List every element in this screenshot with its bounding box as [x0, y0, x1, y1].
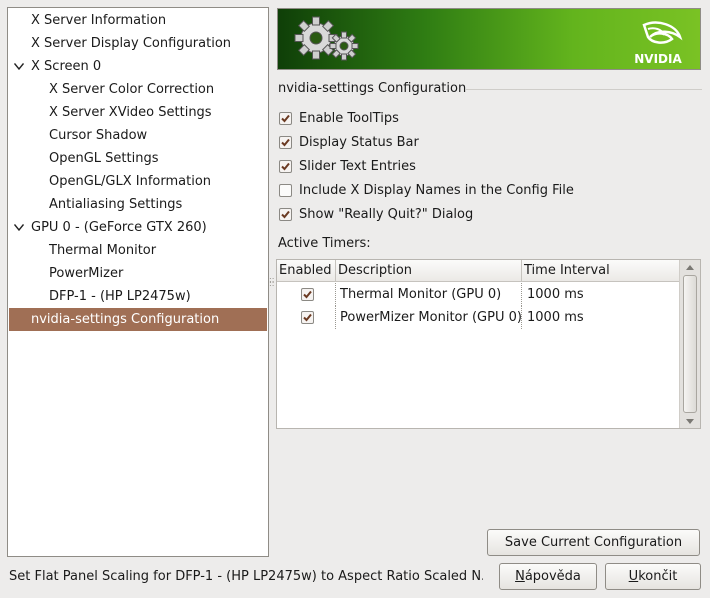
tree-item-label: Antialiasing Settings [49, 197, 183, 212]
expander-arrow-icon[interactable] [13, 55, 25, 78]
active-timers-table[interactable]: Enabled Description Time Interval Therma… [276, 259, 701, 429]
tree-item[interactable]: Antialiasing Settings [9, 193, 267, 216]
tree-item[interactable]: DFP-1 - (HP LP2475w) [9, 285, 267, 308]
option-label: Enable ToolTips [299, 110, 399, 126]
help-label-rest: ápověda [524, 569, 581, 584]
option-checkbox-row[interactable]: Include X Display Names in the Config Fi… [279, 180, 574, 200]
tree-item[interactable]: GPU 0 - (GeForce GTX 260) [9, 216, 267, 239]
tree-item[interactable]: OpenGL/GLX Information [9, 170, 267, 193]
table-row[interactable]: Thermal Monitor (GPU 0) 1000 ms [277, 283, 681, 306]
timer-enabled-checkbox[interactable] [301, 311, 314, 324]
tree-item[interactable]: X Server Color Correction [9, 78, 267, 101]
save-configuration-label: Save Current Configuration [504, 535, 683, 550]
quit-button[interactable]: Ukončit [605, 563, 701, 590]
column-header-enabled[interactable]: Enabled [277, 260, 335, 282]
tree-item-label: X Server Information [31, 13, 167, 28]
table-scrollbar[interactable] [679, 260, 700, 428]
scrollbar-thumb[interactable] [683, 275, 697, 413]
tree-item[interactable]: X Server Display Configuration [9, 32, 267, 55]
tree-item[interactable]: X Server Information [9, 9, 267, 32]
tree-item[interactable]: nvidia-settings Configuration [9, 308, 267, 331]
table-header: Enabled Description Time Interval [277, 260, 681, 282]
option-label: Slider Text Entries [299, 158, 416, 174]
section-title: nvidia-settings Configuration [278, 81, 467, 96]
help-mnemonic: N [515, 569, 525, 584]
option-checkbox-row[interactable]: Enable ToolTips [279, 108, 399, 128]
tree-item-label: X Server Display Configuration [31, 36, 232, 51]
description-cell: Thermal Monitor (GPU 0) [335, 283, 521, 306]
save-configuration-button[interactable]: Save Current Configuration [487, 529, 700, 556]
table-row[interactable]: PowerMizer Monitor (GPU 0) 1000 ms [277, 306, 681, 329]
section-divider [466, 89, 702, 90]
tree-item-label: OpenGL/GLX Information [49, 174, 212, 189]
enabled-cell[interactable] [301, 306, 335, 329]
quit-mnemonic: U [628, 569, 639, 584]
enabled-cell[interactable] [301, 283, 335, 306]
quit-label-rest: končit [638, 569, 678, 584]
checkbox-checked-icon[interactable] [279, 135, 292, 149]
checkbox-checked-icon[interactable] [279, 111, 292, 125]
description-cell: PowerMizer Monitor (GPU 0) [335, 306, 521, 329]
quit-label: Ukončit [629, 569, 678, 584]
tree-item-label: X Server Color Correction [49, 82, 215, 97]
help-label: Nápověda [515, 569, 581, 584]
column-header-description[interactable]: Description [335, 260, 521, 282]
tree-item[interactable]: Thermal Monitor [9, 239, 267, 262]
gears-icon [294, 16, 359, 61]
option-label: Include X Display Names in the Config Fi… [299, 182, 574, 198]
tree-item-label: X Screen 0 [31, 59, 102, 74]
status-bar-text: Set Flat Panel Scaling for DFP-1 - (HP L… [9, 569, 483, 584]
tree-item-label: Thermal Monitor [49, 243, 157, 258]
scroll-up-icon[interactable] [680, 260, 700, 274]
scroll-down-icon[interactable] [680, 414, 700, 428]
checkbox-unchecked-icon[interactable] [279, 183, 292, 197]
tree-item-label: OpenGL Settings [49, 151, 159, 166]
tree-item-label: GPU 0 - (GeForce GTX 260) [31, 220, 207, 235]
tree-item-label: X Server XVideo Settings [49, 105, 212, 120]
tree-item-label: nvidia-settings Configuration [31, 312, 220, 327]
help-button[interactable]: Nápověda [499, 563, 597, 590]
nvidia-eye-icon: NVIDIA [634, 21, 682, 66]
tree-item[interactable]: Cursor Shadow [9, 124, 267, 147]
tree-item[interactable]: OpenGL Settings [9, 147, 267, 170]
pane-grip-icon: :::: [269, 275, 275, 288]
tree-item-label: PowerMizer [49, 266, 124, 281]
option-label: Show "Really Quit?" Dialog [299, 206, 474, 222]
active-timers-label: Active Timers: [278, 236, 371, 251]
nvidia-wordmark: NVIDIA [634, 52, 682, 66]
tree-item-label: Cursor Shadow [49, 128, 148, 143]
nvidia-banner: NVIDIA [277, 8, 701, 70]
option-checkbox-row[interactable]: Show "Really Quit?" Dialog [279, 204, 473, 224]
checkbox-checked-icon[interactable] [279, 207, 292, 221]
checkbox-checked-icon[interactable] [279, 159, 292, 173]
navigation-tree[interactable]: X Server Information X Server Display Con… [7, 7, 269, 557]
expander-arrow-icon[interactable] [13, 216, 25, 239]
column-header-interval[interactable]: Time Interval [521, 260, 681, 282]
tree-item[interactable]: PowerMizer [9, 262, 267, 285]
timer-enabled-checkbox[interactable] [301, 288, 314, 301]
interval-cell[interactable]: 1000 ms [521, 283, 681, 306]
option-label: Display Status Bar [299, 134, 419, 150]
tree-item[interactable]: X Server XVideo Settings [9, 101, 267, 124]
option-checkbox-row[interactable]: Slider Text Entries [279, 156, 416, 176]
interval-cell[interactable]: 1000 ms [521, 306, 681, 329]
tree-item[interactable]: X Screen 0 [9, 55, 267, 78]
tree-item-label: DFP-1 - (HP LP2475w) [49, 289, 191, 304]
option-checkbox-row[interactable]: Display Status Bar [279, 132, 419, 152]
